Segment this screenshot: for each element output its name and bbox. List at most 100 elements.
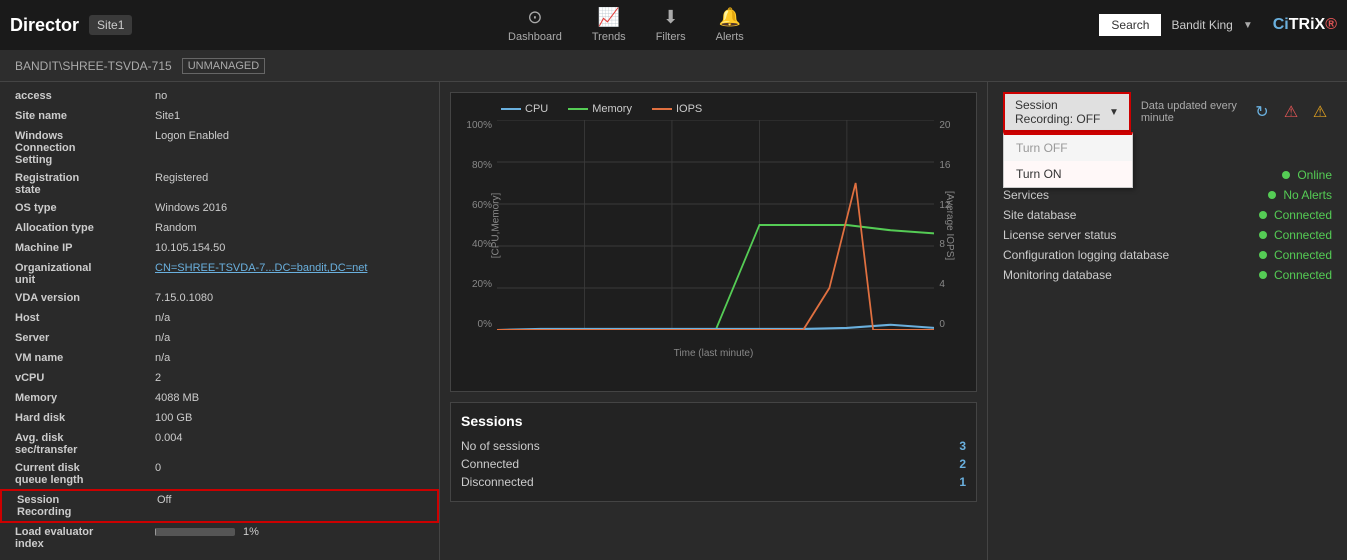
y-left-60: 60% — [466, 200, 492, 211]
alert-yellow-icon: ⚠ — [1313, 102, 1327, 122]
menu-turn-off[interactable]: Turn OFF — [1004, 135, 1132, 161]
status-configdb-value: Connected — [1259, 248, 1332, 262]
session-recording-bar: Session Recording: OFF ▼ Turn OFF Turn O… — [1003, 92, 1332, 132]
y-right-0: 0 — [939, 319, 961, 330]
iops-legend-line — [652, 108, 672, 110]
nav-right: Search Bandit King ▼ CiTRiX® — [1099, 14, 1337, 36]
nav-dashboard[interactable]: ⊙ Dashboard — [508, 7, 562, 43]
label-vdaversion: VDA version — [15, 292, 155, 306]
memory-legend-label: Memory — [592, 103, 632, 115]
legend-iops: IOPS — [652, 103, 702, 115]
status-configdb-label: Configuration logging database — [1003, 248, 1169, 262]
chart-legend: CPU Memory IOPS — [461, 103, 966, 115]
value-vcpu: 2 — [155, 372, 424, 386]
iops-line — [497, 183, 934, 330]
status-monitordb-value: Connected — [1259, 268, 1332, 282]
menu-turn-on[interactable]: Turn ON — [1004, 161, 1132, 187]
info-row-orgunit: Organizationalunit CN=SHREE-TSVDA-7...DC… — [0, 259, 439, 289]
user-name[interactable]: Bandit King — [1171, 18, 1232, 32]
cpu-legend-label: CPU — [525, 103, 548, 115]
info-row-server: Server n/a — [0, 329, 439, 349]
iops-legend-label: IOPS — [676, 103, 702, 115]
y-left-100: 100% — [466, 120, 492, 131]
progress-fill — [155, 528, 156, 536]
status-online-value: Online — [1297, 168, 1332, 182]
label-vcpu: vCPU — [15, 372, 155, 386]
session-row-connected: Connected 2 — [461, 455, 966, 473]
info-row-avgdisk: Avg. disksec/transfer 0.004 — [0, 429, 439, 459]
app-title: Director — [10, 15, 79, 36]
info-row-harddisk: Hard disk 100 GB — [0, 409, 439, 429]
label-winconn: WindowsConnectionSetting — [15, 130, 155, 166]
info-row-sessionrec: SessionRecording Off — [0, 489, 439, 523]
session-label-connected: Connected — [461, 457, 519, 471]
label-regstate: Registrationstate — [15, 172, 155, 196]
status-row-sitedb: Site database Connected — [1003, 205, 1332, 225]
dropdown-arrow: ▼ — [1109, 107, 1119, 118]
sitedb-dot — [1259, 211, 1267, 219]
left-panel: access no Site name Site1 WindowsConnect… — [0, 82, 440, 560]
nav-alerts-label: Alerts — [716, 31, 744, 43]
cpu-legend-line — [501, 108, 521, 110]
services-dot — [1268, 191, 1276, 199]
site-label[interactable]: Site1 — [89, 15, 132, 35]
info-row-access: access no — [0, 87, 439, 107]
session-label-disconnected: Disconnected — [461, 475, 534, 489]
value-server: n/a — [155, 332, 424, 346]
unmanaged-badge: UNMANAGED — [182, 58, 266, 74]
info-row-alloctype: Allocation type Random — [0, 219, 439, 239]
info-row-vcpu: vCPU 2 — [0, 369, 439, 389]
user-dropdown-icon[interactable]: ▼ — [1243, 20, 1253, 31]
value-ostype: Windows 2016 — [155, 202, 424, 216]
label-host: Host — [15, 312, 155, 326]
nav-dashboard-label: Dashboard — [508, 31, 562, 43]
status-main-value: Online — [1282, 168, 1332, 182]
value-winconn: Logon Enabled — [155, 130, 424, 166]
value-diskqueue: 0 — [155, 462, 424, 486]
configdb-value: Connected — [1274, 248, 1332, 262]
middle-panel: CPU Memory IOPS 100% 80% 60% 40% — [440, 82, 987, 560]
label-harddisk: Hard disk — [15, 412, 155, 426]
status-row-configdb: Configuration logging database Connected — [1003, 245, 1332, 265]
info-row-winconn: WindowsConnectionSetting Logon Enabled — [0, 127, 439, 169]
label-alloctype: Allocation type — [15, 222, 155, 236]
refresh-button[interactable]: ↻ — [1250, 100, 1274, 124]
alert-yellow-button[interactable]: ⚠ — [1308, 100, 1332, 124]
configdb-dot — [1259, 251, 1267, 259]
axis-labels-row: [CPU,Memory] [Average IOPS] — [501, 330, 966, 345]
license-value: Connected — [1274, 228, 1332, 242]
nav-center: ⊙ Dashboard 📈 Trends ⬇ Filters 🔔 Alerts — [152, 7, 1099, 43]
services-value: No Alerts — [1283, 188, 1332, 202]
search-button[interactable]: Search — [1099, 14, 1161, 36]
sitedb-value: Connected — [1274, 208, 1332, 222]
info-row-ostype: OS type Windows 2016 — [0, 199, 439, 219]
info-row-vmname: VM name n/a — [0, 349, 439, 369]
value-machineip: 10.105.154.50 — [155, 242, 424, 256]
value-avgdisk: 0.004 — [155, 432, 424, 456]
label-diskqueue: Current diskqueue length — [15, 462, 155, 486]
nav-trends[interactable]: 📈 Trends — [592, 7, 626, 43]
nav-alerts[interactable]: 🔔 Alerts — [716, 7, 744, 43]
nav-filters[interactable]: ⬇ Filters — [656, 7, 686, 43]
license-dot — [1259, 231, 1267, 239]
status-row-monitordb: Monitoring database Connected — [1003, 265, 1332, 285]
session-row-total: No of sessions 3 — [461, 437, 966, 455]
status-row-license: License server status Connected — [1003, 225, 1332, 245]
y-left-20: 20% — [466, 279, 492, 290]
label-ostype: OS type — [15, 202, 155, 216]
nav-trends-label: Trends — [592, 31, 626, 43]
alert-red-button[interactable]: ⚠ — [1279, 100, 1303, 124]
sessions-panel: Sessions No of sessions 3 Connected 2 Di… — [450, 402, 977, 502]
y-right-20: 20 — [939, 120, 961, 131]
status-sitedb-label: Site database — [1003, 208, 1076, 222]
session-label-total: No of sessions — [461, 439, 540, 453]
session-recording-dropdown[interactable]: Session Recording: OFF ▼ — [1003, 92, 1131, 132]
progress-value: 1% — [243, 526, 259, 538]
value-orgunit[interactable]: CN=SHREE-TSVDA-7...DC=bandit,DC=net — [155, 262, 424, 286]
y-right-axis-label: [Average IOPS] — [944, 191, 955, 260]
citrix-logo: CiTRiX® — [1273, 16, 1337, 34]
status-sitedb-value: Connected — [1259, 208, 1332, 222]
label-access: access — [15, 90, 155, 104]
label-vmname: VM name — [15, 352, 155, 366]
status-services-value: No Alerts — [1268, 188, 1332, 202]
